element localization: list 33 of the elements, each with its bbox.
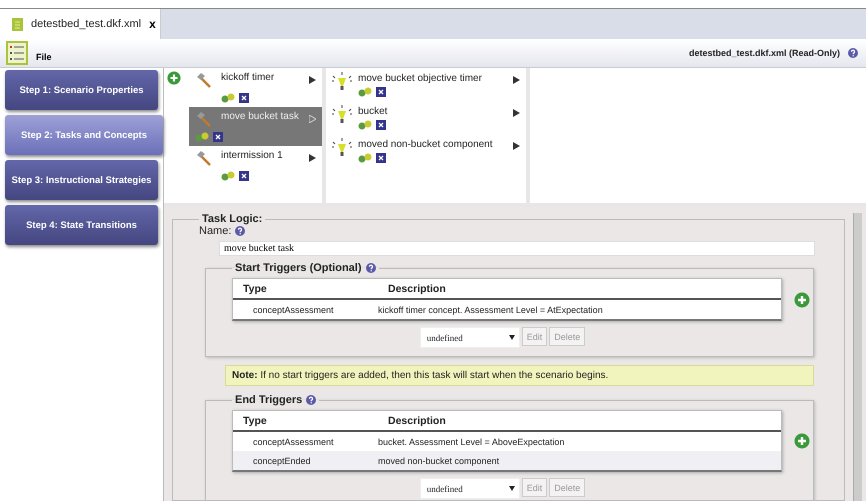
section-title: End Triggers [235, 394, 302, 406]
column-header: Type [242, 414, 268, 426]
file-tab[interactable]: detestbed_test.dkf.xml x [0, 9, 161, 39]
trigger-dropdown[interactable]: undefined [420, 478, 520, 499]
task-name: move bucket task [221, 111, 300, 122]
task-item[interactable]: move bucket task [189, 107, 322, 146]
section-title: Task Logic: [202, 213, 262, 225]
note-text: Note: If no start triggers are added, then this task will start when the scenario begins. [225, 365, 814, 386]
table-cell-text: moved non-bucket component [378, 456, 500, 466]
table-cell-text: conceptAssessment [252, 436, 335, 446]
tab-title: detestbed_test.dkf.xml [31, 18, 142, 30]
task-name: kickoff timer [221, 72, 276, 83]
section-title: Start Triggers (Optional) [235, 262, 362, 274]
table-cell-text: conceptAssessment [252, 304, 335, 314]
column-header: Type [242, 282, 268, 294]
table-cell-text: kickoff timer concept. Assessment Level = AtExpectation [378, 304, 604, 314]
concept-name: move bucket objective timer [358, 72, 483, 84]
step-button[interactable]: Step 3: Instructional Strategies [5, 160, 158, 200]
name-field[interactable]: move bucket task [219, 241, 815, 256]
concept-name: moved non-bucket component [358, 138, 494, 150]
concept-name: bucket [358, 106, 388, 116]
table-cell-text: conceptEnded [252, 456, 312, 466]
column-header: Description [387, 282, 447, 294]
file-status: detestbed_test.dkf.xml (Read-Only) [688, 48, 840, 58]
task-name: intermission 1 [221, 150, 284, 161]
close-button[interactable]: x [149, 17, 156, 31]
file-menu[interactable]: File [36, 52, 52, 62]
step-button[interactable]: Step 4: State Transitions [5, 205, 158, 245]
name-label: Name: [199, 225, 232, 237]
trigger-dropdown[interactable]: undefined [420, 327, 520, 348]
table-cell-text: bucket. Assessment Level = AboveExpectation [378, 436, 566, 446]
column-header: Description [387, 414, 447, 426]
step-button[interactable]: Step 1: Scenario Properties [5, 70, 158, 110]
